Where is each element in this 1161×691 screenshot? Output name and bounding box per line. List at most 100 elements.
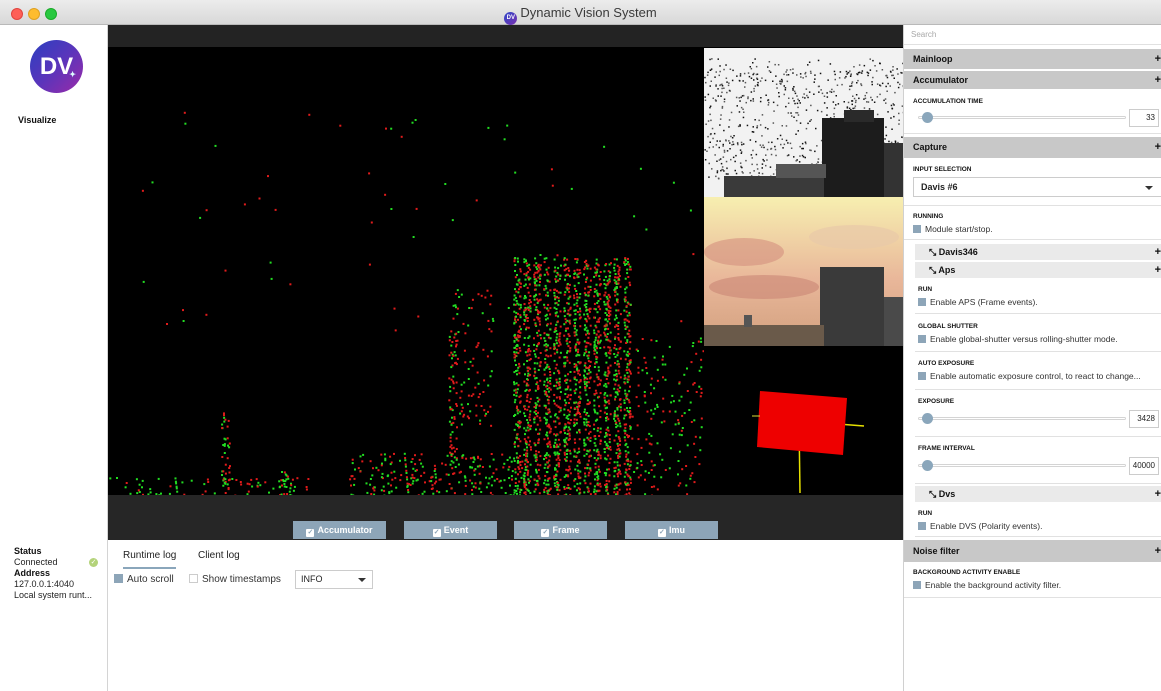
input-selection-value: Davis #6 — [921, 182, 958, 192]
toggle-event-label: Event — [443, 525, 469, 535]
section-dvs[interactable]: ⤡ Dvs + — [915, 486, 1161, 502]
chevron-down-icon — [1145, 186, 1153, 190]
divider — [915, 436, 1161, 437]
color-frame-view — [704, 197, 903, 346]
plus-icon[interactable]: + — [1155, 49, 1161, 69]
divider — [904, 205, 1161, 206]
plus-icon[interactable]: + — [1155, 71, 1161, 89]
tab-runtime-log[interactable]: Runtime log — [123, 550, 177, 569]
collapse-arrow-icon: ⤡ — [929, 265, 939, 275]
section-dvs-label: Dvs — [938, 489, 956, 499]
divider — [915, 351, 1161, 352]
slider-handle[interactable] — [921, 112, 933, 123]
accumulation-time-label: ACCUMULATION TIME — [913, 98, 983, 105]
global-shutter-checkbox[interactable]: Enable global-shutter versus rolling-shu… — [918, 334, 1118, 344]
window-title: Dynamic Vision System — [520, 5, 657, 20]
section-accumulator-label: Accumulator — [913, 75, 969, 85]
divider — [915, 389, 1161, 390]
checkbox-icon — [114, 574, 123, 583]
log-level-select[interactable]: INFO — [295, 570, 373, 589]
toggle-imu[interactable]: ✓ Imu — [625, 521, 718, 539]
show-timestamps-label: Show timestamps — [202, 574, 281, 585]
left-sidebar: DV ✦ Visualize Status Connected ✓ Addres… — [0, 25, 108, 691]
stream-toggles: ✓ Accumulator ✓ Event ✓ Frame ✓ Imu — [108, 521, 903, 540]
toggle-frame[interactable]: ✓ Frame — [514, 521, 607, 539]
plus-icon[interactable]: + — [1155, 262, 1161, 278]
toggle-accumulator[interactable]: ✓ Accumulator — [293, 521, 386, 539]
collapse-arrow-icon: ⤡ — [929, 247, 939, 257]
visualizer-area: ✓ Accumulator ✓ Event ✓ Frame ✓ Imu — [108, 25, 903, 540]
plus-icon[interactable]: + — [1155, 486, 1161, 502]
checkbox-icon: ✓ — [306, 529, 315, 537]
frame-interval-input[interactable]: 40000 — [1129, 457, 1159, 475]
event-accumulator-view — [109, 111, 704, 495]
dvs-run-desc: Enable DVS (Polarity events). — [930, 521, 1043, 531]
toggle-imu-label: Imu — [668, 525, 685, 535]
dvs-run-checkbox[interactable]: Enable DVS (Polarity events). — [918, 521, 1042, 531]
log-level-value: INFO — [301, 574, 323, 584]
checkbox-icon — [189, 574, 198, 583]
section-davis346-label: Davis346 — [938, 247, 978, 257]
log-panel: Runtime log Client log Auto scroll Show … — [108, 540, 903, 691]
accumulation-time-input[interactable]: 33 — [1129, 109, 1159, 127]
address-value: 127.0.0.1:4040 — [14, 579, 75, 589]
exposure-input[interactable]: 3428 — [1129, 410, 1159, 428]
exposure-label: EXPOSURE — [918, 398, 955, 405]
checkbox-icon — [913, 225, 921, 233]
plus-icon[interactable]: + — [1155, 244, 1161, 260]
dvs-run-label: RUN — [918, 510, 933, 517]
plus-icon[interactable]: + — [1155, 540, 1161, 562]
input-selection-label: INPUT SELECTION — [913, 166, 972, 173]
checkbox-icon: ✓ — [541, 529, 550, 537]
section-davis346[interactable]: ⤡ Davis346 + — [915, 244, 1161, 260]
aps-run-checkbox[interactable]: Enable APS (Frame events). — [918, 297, 1038, 307]
auto-exposure-label: AUTO EXPOSURE — [918, 360, 975, 367]
window-title-wrap: DV Dynamic Vision System — [0, 5, 1161, 25]
check-circle-icon: ✓ — [89, 558, 98, 567]
checkbox-icon — [913, 581, 921, 589]
section-aps-label: Aps — [938, 265, 956, 275]
accumulation-time-slider[interactable] — [918, 116, 1126, 119]
running-label: RUNNING — [913, 213, 944, 220]
section-mainloop[interactable]: Mainloop + — [904, 49, 1161, 69]
toggle-accumulator-label: Accumulator — [317, 525, 373, 535]
divider — [915, 483, 1161, 484]
global-shutter-label: GLOBAL SHUTTER — [918, 323, 978, 330]
tab-client-log[interactable]: Client log — [198, 550, 240, 561]
auto-scroll-checkbox[interactable]: Auto scroll — [114, 574, 174, 585]
toggle-event[interactable]: ✓ Event — [404, 521, 497, 539]
app-logo-icon: DV — [504, 12, 518, 25]
nav-visualize[interactable]: Visualize — [18, 115, 56, 125]
running-checkbox[interactable]: Module start/stop. — [913, 224, 993, 234]
slider-handle[interactable] — [921, 413, 933, 424]
dv-logo: DV ✦ — [30, 40, 83, 93]
bg-activity-label: BACKGROUND ACTIVITY ENABLE — [913, 569, 1021, 576]
search-input[interactable]: Search — [904, 25, 1161, 45]
toggle-frame-label: Frame — [552, 525, 580, 535]
section-accumulator[interactable]: Accumulator + — [904, 71, 1161, 89]
checkbox-icon — [918, 522, 926, 530]
section-capture[interactable]: Capture + — [904, 137, 1161, 158]
slider-handle[interactable] — [921, 460, 933, 471]
section-noise-filter[interactable]: Noise filter + — [904, 540, 1161, 562]
show-timestamps-checkbox[interactable]: Show timestamps — [189, 574, 281, 585]
title-bar: DV Dynamic Vision System — [0, 0, 1161, 25]
frame-interval-slider[interactable] — [918, 464, 1126, 467]
running-desc: Module start/stop. — [925, 224, 993, 234]
plus-icon[interactable]: + — [1155, 137, 1161, 158]
exposure-slider[interactable] — [918, 417, 1126, 420]
system-value: Local system runt... — [14, 590, 93, 600]
connection-status: Status Connected ✓ Address 127.0.0.1:404… — [14, 546, 102, 601]
divider — [915, 536, 1161, 537]
checkbox-icon: ✓ — [432, 529, 441, 537]
section-aps[interactable]: ⤡ Aps + — [915, 262, 1161, 278]
section-mainloop-label: Mainloop — [913, 54, 953, 64]
visualizer-header-bar — [108, 25, 903, 47]
input-selection-dropdown[interactable]: Davis #6 — [913, 177, 1161, 197]
divider — [904, 133, 1161, 134]
address-label: Address — [14, 568, 51, 578]
dv-logo-text: DV — [39, 53, 74, 80]
checkbox-icon — [918, 298, 926, 306]
auto-exposure-checkbox[interactable]: Enable automatic exposure control, to re… — [918, 371, 1141, 381]
bg-activity-checkbox[interactable]: Enable the background activity filter. — [913, 580, 1061, 590]
